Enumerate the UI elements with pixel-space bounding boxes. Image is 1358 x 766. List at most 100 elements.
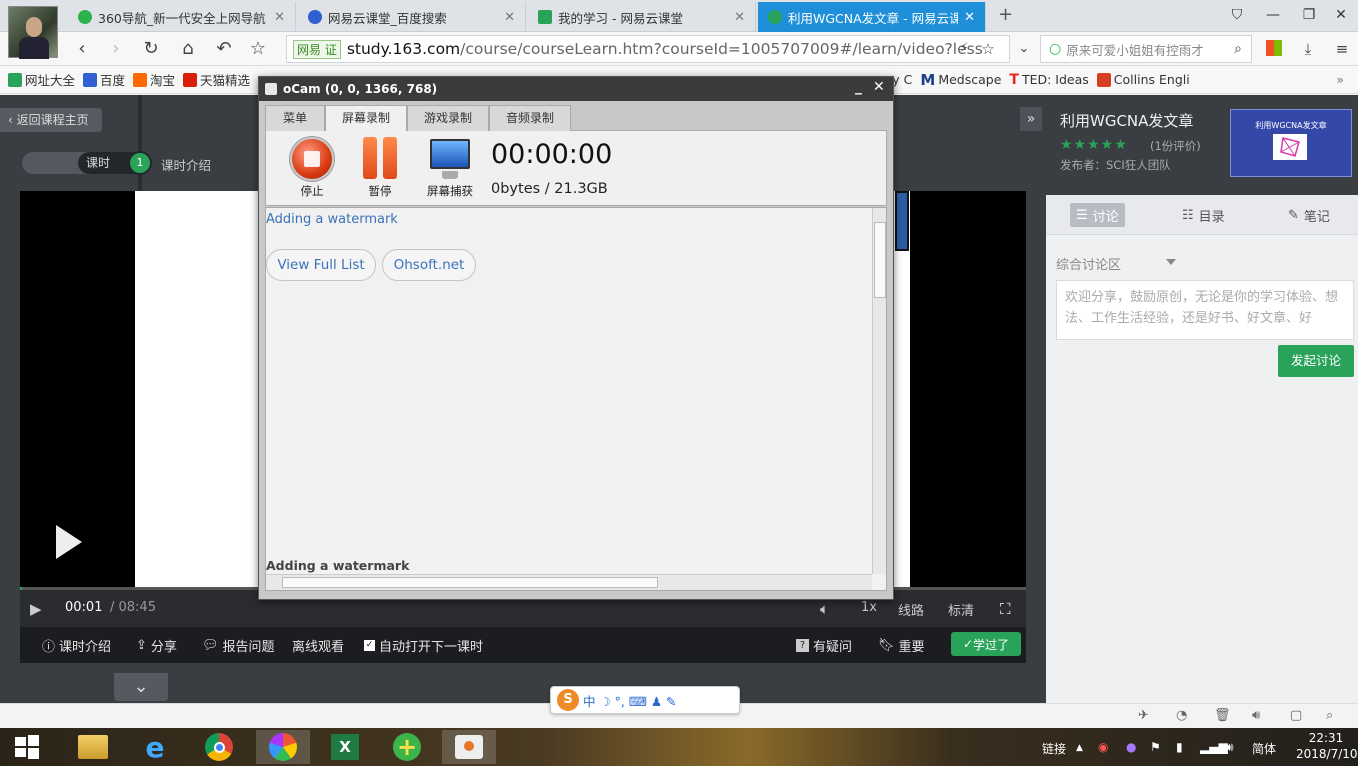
sogou-icon[interactable]: S — [557, 689, 579, 711]
tab-audio-record[interactable]: 音频录制 — [489, 105, 571, 131]
ime-toolbar[interactable]: S 中 ☽ °, ⌨ ♟ ✎ — [550, 686, 740, 714]
menu-icon[interactable]: ≡ — [1330, 37, 1354, 61]
star-icon[interactable]: ☆ — [246, 37, 270, 61]
caret-down-icon[interactable] — [1166, 259, 1176, 265]
back-icon[interactable]: ‹ — [70, 37, 94, 61]
search-input[interactable]: ○ 原来可爱小姐姐有控雨才 — [1040, 35, 1252, 63]
restore-icon[interactable]: ❐ — [1294, 4, 1324, 26]
bookmark-item[interactable]: Collins Engli — [1096, 72, 1190, 87]
volume-icon[interactable]: 🔈︎ — [820, 600, 829, 618]
search-icon[interactable]: ⌕ — [1226, 37, 1250, 61]
picasa-icon[interactable] — [256, 730, 310, 764]
tab-baidu-search[interactable]: 网易云课堂_百度搜索 ✕ — [298, 2, 526, 32]
chevron-down-icon[interactable]: ⌄ — [114, 673, 168, 701]
publisher[interactable]: 发布者：SCI狂人团队 — [1060, 157, 1171, 173]
green-plus-icon[interactable]: + — [380, 730, 434, 764]
tray-up-icon[interactable]: ▲ — [1076, 743, 1083, 753]
bookmark-item[interactable]: M Medscape — [920, 71, 1001, 89]
speed-button[interactable]: 1x — [861, 600, 877, 615]
apps-icon[interactable] — [1266, 40, 1282, 56]
trash-icon[interactable]: 🗑︎ — [1214, 708, 1231, 723]
ime-status[interactable]: 中 ☽ °, ⌨ ♟ ✎ — [583, 691, 677, 710]
excel-icon[interactable]: X — [318, 730, 372, 764]
close-icon[interactable]: ✕ — [274, 10, 285, 25]
collapse-icon[interactable]: » — [1020, 107, 1042, 131]
ocam-titlebar[interactable]: oCam (0, 0, 1366, 768) _ ✕ — [259, 77, 893, 101]
post-discussion-button[interactable]: 发起讨论 — [1278, 345, 1354, 377]
big-play-icon[interactable] — [56, 525, 82, 559]
ie-icon[interactable]: e — [128, 730, 182, 764]
download-icon[interactable]: ⤓ — [1296, 37, 1320, 61]
discussion-area-select[interactable]: 综合讨论区 — [1056, 254, 1121, 273]
ocam-taskbar-icon[interactable] — [442, 730, 496, 764]
report-button[interactable]: 💬︎ 报告问题 — [202, 636, 275, 655]
windows-start-icon[interactable] — [0, 730, 54, 764]
url-field[interactable]: 网易 证 study.163.com/course/courseLearn.ht… — [286, 35, 1010, 63]
volume-icon[interactable]: 🔊︎ — [1226, 740, 1234, 755]
reload-icon[interactable]: ↻ — [139, 37, 163, 61]
tab-wgcna-course[interactable]: 利用WGCNA发文章 - 网易云课 ✕ — [758, 2, 986, 32]
offline-button[interactable]: 离线观看 — [292, 636, 344, 655]
zoom-icon[interactable]: ⌕ — [1326, 708, 1333, 723]
ohsoft-link[interactable]: Ohsoft.net — [382, 249, 476, 281]
skin-icon[interactable]: ⛉ — [1222, 4, 1252, 26]
tab-discuss[interactable]: ☰ 讨论 — [1070, 203, 1125, 227]
close-icon[interactable]: ✕ — [873, 79, 885, 95]
new-tab-button[interactable]: + — [998, 4, 1013, 25]
vertical-scrollbar[interactable] — [872, 208, 886, 574]
tab-game-record[interactable]: 游戏录制 — [407, 105, 489, 131]
close-icon[interactable]: ✕ — [734, 10, 745, 25]
tab-notes[interactable]: ✎ 笔记 — [1282, 203, 1336, 227]
screen-capture-button[interactable]: 屏幕捕获 — [424, 137, 476, 199]
speedometer-icon[interactable]: ◔ — [1176, 708, 1187, 723]
record-icon[interactable]: ◉ — [1098, 740, 1108, 754]
clock[interactable]: 22:31 2018/7/10 — [1296, 730, 1358, 762]
quality-button[interactable]: 标清 — [948, 600, 974, 619]
lesson-intro-button[interactable]: ⓘ 课时介绍 — [42, 636, 111, 655]
home-icon[interactable]: ⌂ — [176, 37, 200, 61]
window-icon[interactable]: ▢ — [1290, 708, 1302, 723]
line-button[interactable]: 线路 — [898, 600, 924, 619]
bookmark-item[interactable]: 百度 — [83, 70, 125, 89]
pause-button[interactable]: 暂停 — [354, 137, 406, 199]
user-avatar[interactable] — [8, 6, 58, 59]
course-cover[interactable]: 利用WGCNA发文章 — [1230, 109, 1352, 177]
tab-360-nav[interactable]: 360导航_新一代安全上网导航 ✕ — [68, 2, 296, 32]
back-to-course-button[interactable]: ‹ 返回课程主页 — [0, 108, 102, 132]
view-full-list-button[interactable]: View Full List — [266, 249, 376, 281]
chevron-down-icon[interactable]: ⌄ — [1012, 37, 1036, 61]
stop-button[interactable]: 停止 — [286, 137, 338, 199]
lightning-icon[interactable]: ⚡ — [952, 37, 976, 61]
chrome-icon[interactable] — [192, 730, 246, 764]
bookmark-star-icon[interactable]: ☆ — [976, 37, 1000, 61]
file-explorer-icon[interactable] — [66, 730, 120, 764]
flag-icon[interactable]: ⚑ — [1150, 740, 1161, 754]
tab-screen-record[interactable]: 屏幕录制 — [325, 105, 407, 132]
tab-catalog[interactable]: ☷ 目录 — [1176, 203, 1231, 227]
rating-count[interactable]: (1份评价) — [1150, 138, 1201, 154]
close-icon[interactable]: ✕ — [964, 10, 975, 25]
mic-icon[interactable]: ● — [1126, 740, 1136, 754]
watermark-link[interactable]: Adding a watermark — [266, 212, 398, 227]
share-button[interactable]: ⇪ 分享 — [136, 636, 177, 655]
bookmarks-more-icon[interactable]: » — [1336, 72, 1344, 87]
autoplay-checkbox[interactable]: ✓ 自动打开下一课时 — [364, 636, 483, 655]
learned-button[interactable]: ✓ 学过了 — [951, 632, 1021, 656]
tab-my-learning[interactable]: 我的学习 - 网易云课堂 ✕ — [528, 2, 756, 32]
question-button[interactable]: ? 有疑问 — [796, 636, 852, 655]
minimize-icon[interactable]: — — [1258, 4, 1288, 26]
forward-icon[interactable]: › — [104, 37, 128, 61]
play-icon[interactable]: ▶ — [30, 600, 42, 618]
network-icon[interactable]: ▂▄▆ — [1200, 740, 1228, 754]
bookmark-item[interactable]: 网址大全 — [8, 70, 75, 89]
discussion-textarea[interactable]: 欢迎分享，鼓励原创，无论是你的学习体验、想法、工作生活经验，还是好书、好文章、好 — [1056, 280, 1354, 340]
bookmark-item[interactable]: T TED: Ideas — [1009, 72, 1088, 88]
tab-menu[interactable]: 菜单 — [265, 105, 325, 131]
lang-indicator[interactable]: 简体 — [1252, 740, 1276, 757]
close-window-icon[interactable]: ✕ — [1326, 4, 1356, 26]
course-title[interactable]: 利用WGCNA发文章 — [1060, 110, 1193, 131]
sound-icon[interactable]: 🔊︎ — [1252, 708, 1260, 723]
horizontal-scrollbar[interactable] — [266, 574, 872, 590]
bookmark-item[interactable]: 淘宝 — [133, 70, 175, 89]
undo-icon[interactable]: ↶ — [212, 37, 236, 61]
